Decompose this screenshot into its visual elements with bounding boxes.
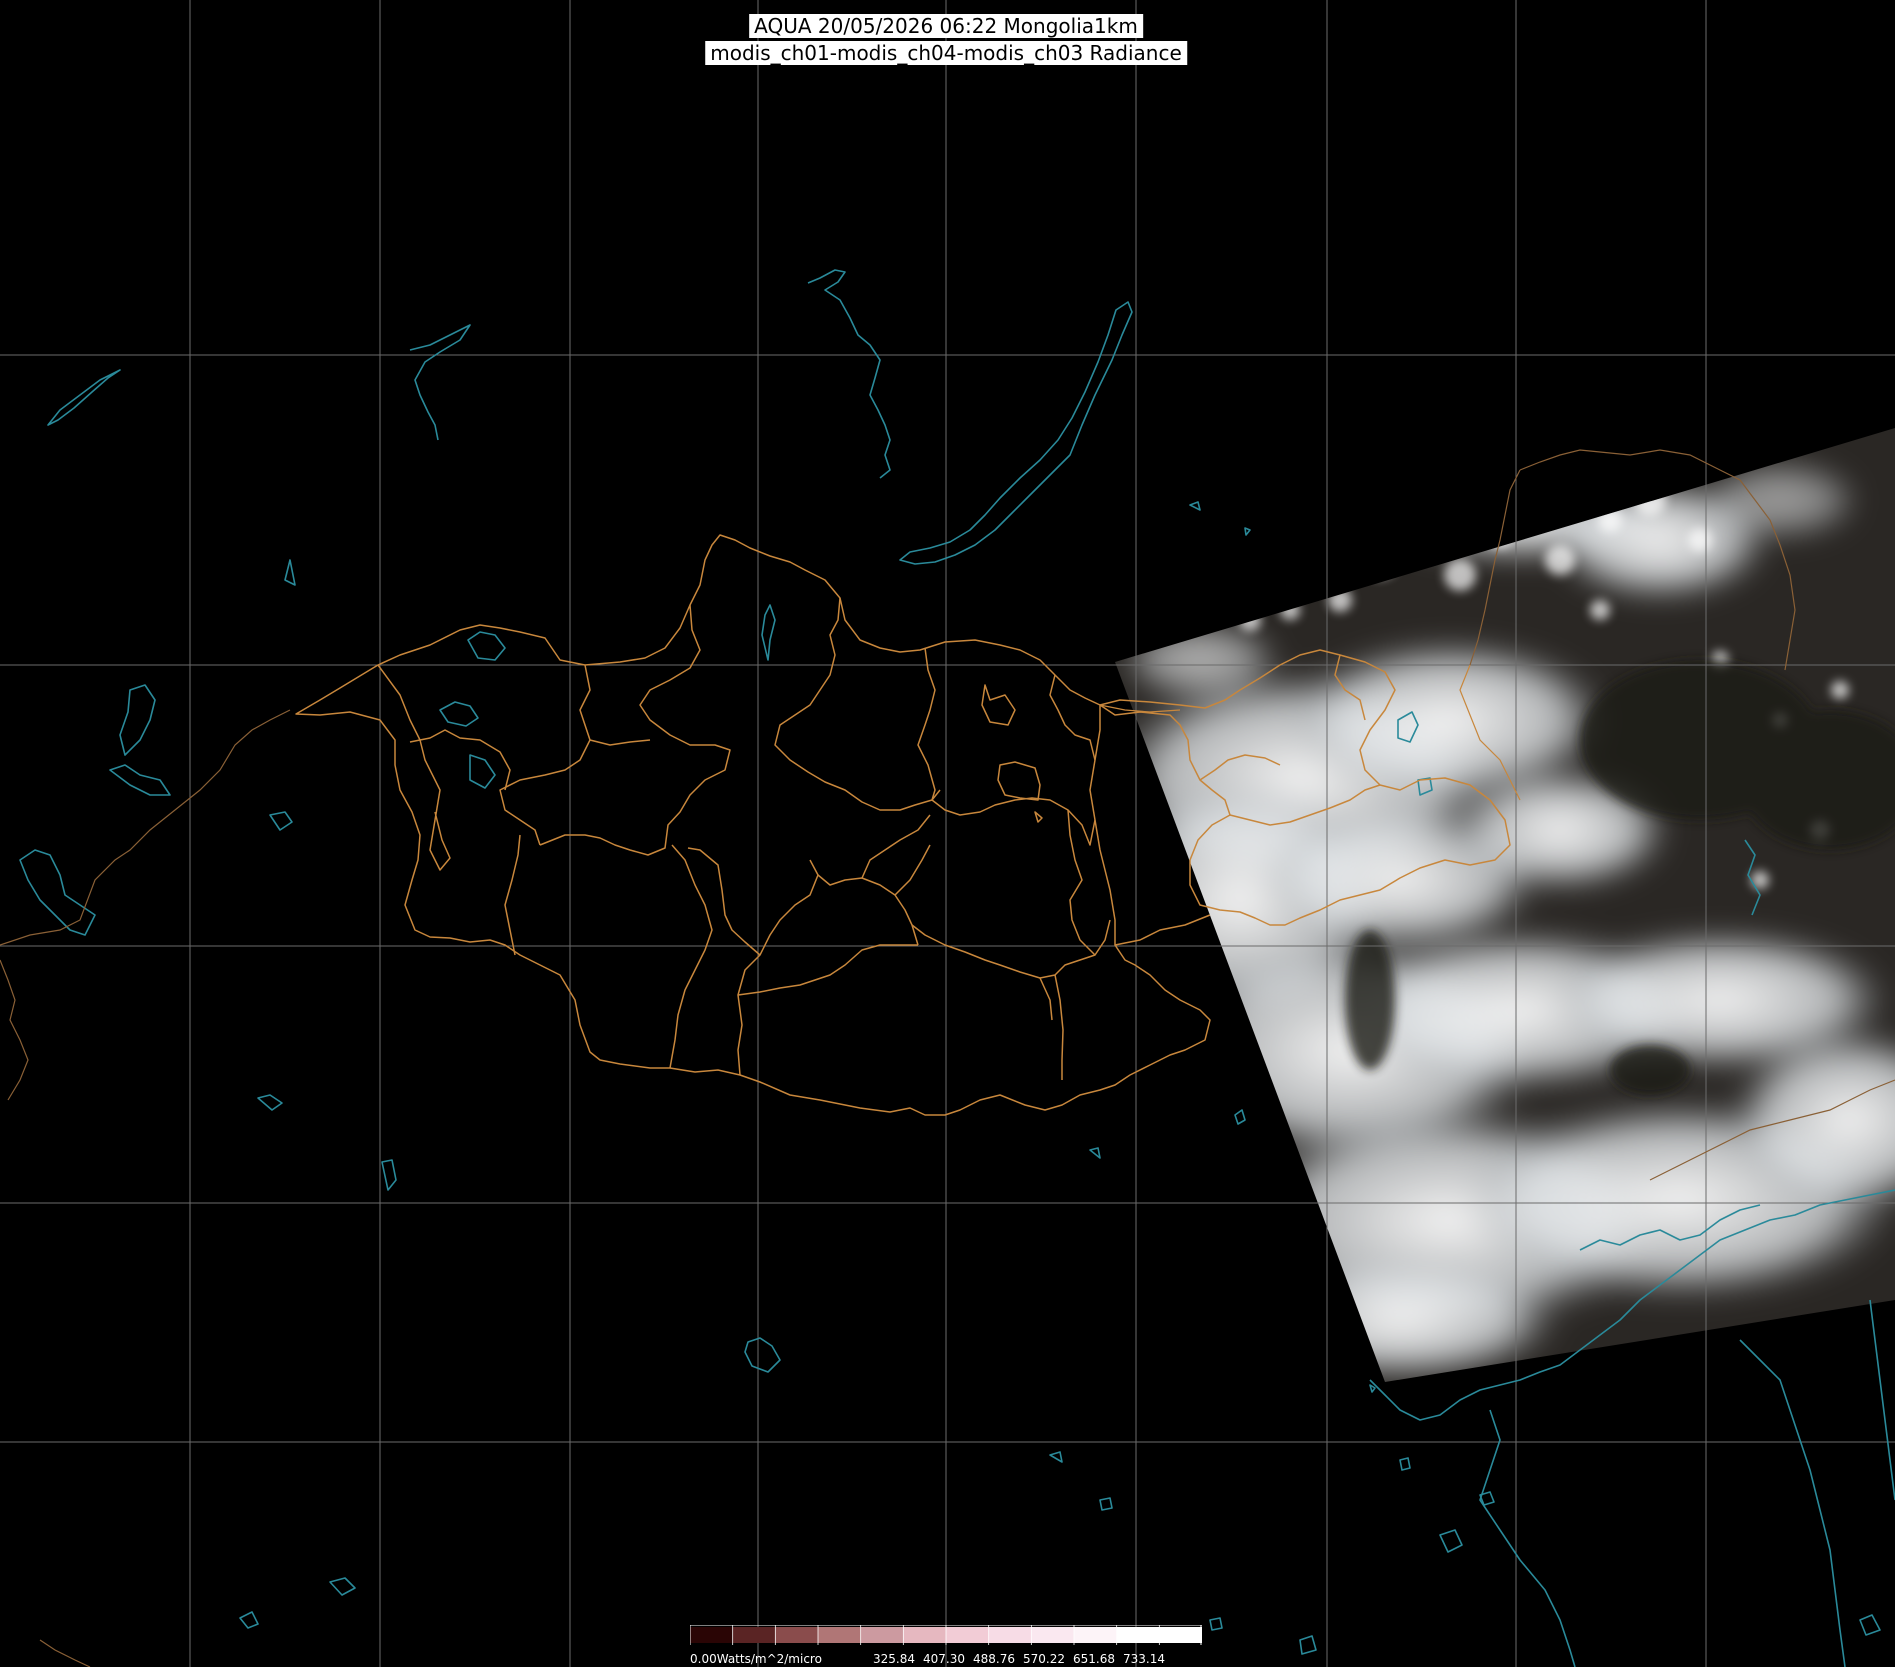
legend-unit-label: 0.00Watts/m^2/micro	[690, 1652, 822, 1666]
legend-color-segment	[860, 1627, 904, 1643]
legend-tick-label: 488.76	[973, 1652, 1015, 1666]
legend-tick-label: 733.14	[1123, 1652, 1165, 1666]
legend-color-segment	[690, 1627, 734, 1643]
legend-color-segment	[1074, 1627, 1118, 1643]
legend-color-segment	[1031, 1627, 1075, 1643]
title-channels-line: modis_ch01-modis_ch04-modis_ch03 Radianc…	[705, 41, 1187, 65]
legend-color-segment	[946, 1627, 990, 1643]
legend-color-segment	[1116, 1627, 1160, 1643]
legend: 0.00Watts/m^2/micro 325.84 407.30 488.76 57…	[690, 1625, 1202, 1666]
legend-tick-label: 325.84	[873, 1652, 915, 1666]
legend-color-segment	[818, 1627, 862, 1643]
legend-tick-label: 651.68	[1073, 1652, 1115, 1666]
legend-color-segment	[775, 1627, 819, 1643]
legend-color-segment	[1159, 1627, 1202, 1643]
legend-color-segment	[903, 1627, 947, 1643]
legend-tick-label: 570.22	[1023, 1652, 1065, 1666]
legend-tick-label: 407.30	[923, 1652, 965, 1666]
legend-color-segment	[732, 1627, 776, 1643]
satellite-map	[0, 0, 1895, 1667]
title-satellite-line: AQUA 20/05/2026 06:22 Mongolia1km	[749, 14, 1143, 38]
legend-color-segments	[690, 1625, 1202, 1645]
legend-tick-labels: 325.84 407.30 488.76 570.22 651.68 733.14	[873, 1652, 1165, 1666]
legend-color-segment	[988, 1627, 1032, 1643]
